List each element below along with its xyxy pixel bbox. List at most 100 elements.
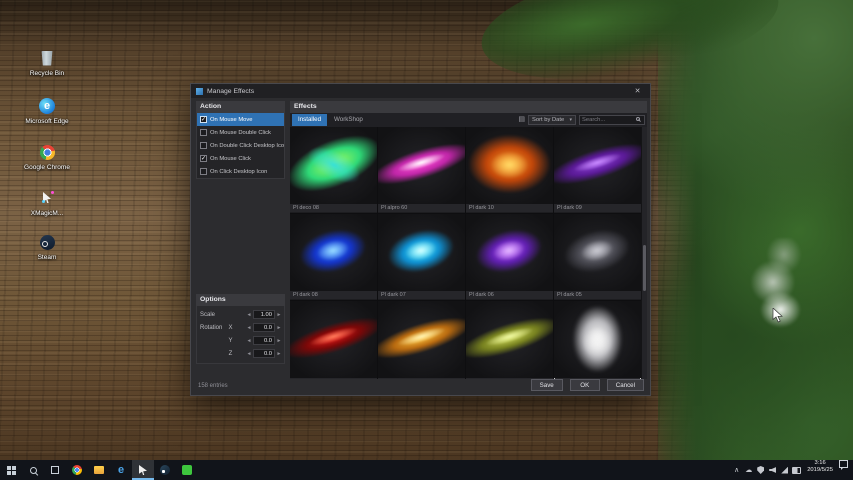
rotation-z-value[interactable]: 0.0 xyxy=(253,349,275,358)
effects-grid: Pl deco 08Pl alpro 60Pl dark 10Pl dark 0… xyxy=(290,127,641,379)
tab-installed[interactable]: Installed xyxy=(292,114,327,126)
tab-workshop[interactable]: WorkShop xyxy=(328,114,369,126)
desktop-icon-recycle-bin[interactable]: Recycle Bin xyxy=(18,48,76,77)
effect-item-unlabeled-10[interactable] xyxy=(378,301,465,379)
scale-increment-button[interactable]: ► xyxy=(276,312,282,318)
effect-label: Pl deco 08 xyxy=(290,204,377,212)
effect-item-pl-alpro-60[interactable]: Pl alpro 60 xyxy=(378,127,465,213)
effect-item-pl-deco-08[interactable]: Pl deco 08 xyxy=(290,127,377,213)
taskbar-app-edge[interactable]: e xyxy=(110,460,132,480)
taskbar-app-steam[interactable] xyxy=(154,460,176,480)
effects-scrollbar[interactable] xyxy=(642,127,647,379)
desktop-icon-microsoft-edge[interactable]: Microsoft Edge xyxy=(18,96,76,125)
rotation-stepper-y: ◄0.0► xyxy=(246,336,282,345)
start-button[interactable] xyxy=(0,460,22,480)
close-button[interactable]: ✕ xyxy=(630,87,645,95)
rotation-z-decrement-button[interactable]: ◄ xyxy=(246,351,252,357)
volume-icon[interactable] xyxy=(768,465,777,475)
taskbar-search-button[interactable] xyxy=(22,460,44,480)
windows-logo-icon xyxy=(7,466,16,475)
scale-value[interactable]: 1.00 xyxy=(253,310,275,319)
rotation-y-increment-button[interactable]: ► xyxy=(276,338,282,344)
rotation-x-decrement-button[interactable]: ◄ xyxy=(246,325,252,331)
taskbar-app-xmagic[interactable] xyxy=(132,460,154,480)
mouse-cursor xyxy=(772,308,783,323)
effects-tabbar: InstalledWorkShop ▤ Sort by Date ▾ xyxy=(290,113,647,127)
effect-thumbnail xyxy=(378,214,465,291)
effect-item-pl-dark-06[interactable]: Pl dark 06 xyxy=(466,214,553,300)
checkbox-on-mouse-move[interactable]: ✓ xyxy=(200,116,207,123)
taskbar-app-green-app[interactable] xyxy=(176,460,198,480)
taskbar-app-explorer[interactable] xyxy=(88,460,110,480)
cancel-button[interactable]: Cancel xyxy=(607,379,644,391)
entries-count: 158 entries xyxy=(198,383,228,389)
green-app-icon xyxy=(182,465,192,475)
manage-effects-window: Manage Effects ✕ Action ✓On Mouse MoveOn… xyxy=(190,83,651,396)
effects-tabs: InstalledWorkShop xyxy=(292,114,369,126)
rotation-row-z: Z ◄0.0► xyxy=(200,347,282,360)
checkbox-on-mouse-click[interactable]: ✓ xyxy=(200,155,207,162)
task-view-button[interactable] xyxy=(44,460,66,480)
scale-row: Scale ◄ 1.00 ► xyxy=(200,308,282,321)
checkbox-on-click-desktop-icon[interactable] xyxy=(200,168,207,175)
rotation-y-decrement-button[interactable]: ◄ xyxy=(246,338,252,344)
desktop-icon-label: Microsoft Edge xyxy=(25,118,68,125)
effect-label xyxy=(290,378,377,379)
steam-icon xyxy=(160,465,170,475)
chevron-icon[interactable]: ∧ xyxy=(732,465,741,475)
effect-item-pl-dark-10[interactable]: Pl dark 10 xyxy=(466,127,553,213)
action-item-on-mouse-double-click[interactable]: On Mouse Double Click xyxy=(197,126,284,139)
taskbar-apps: e xyxy=(66,460,198,480)
rotation-x-increment-button[interactable]: ► xyxy=(276,325,282,331)
action-item-label: On Click Desktop Icon xyxy=(210,169,267,175)
rotation-row-x: RotationX◄0.0► xyxy=(200,321,282,334)
checkbox-on-double-click-desktop-icon[interactable] xyxy=(200,142,207,149)
desktop-icon-steam[interactable]: Steam xyxy=(18,232,76,261)
chevron-down-icon: ▾ xyxy=(569,117,572,123)
effect-thumbnail xyxy=(554,214,641,291)
sort-dropdown[interactable]: Sort by Date ▾ xyxy=(528,115,576,125)
effect-item-unlabeled-11[interactable] xyxy=(466,301,553,379)
checkbox-on-mouse-double-click[interactable] xyxy=(200,129,207,136)
effect-item-pl-dark-09[interactable]: Pl dark 09 xyxy=(554,127,641,213)
rotation-z-increment-button[interactable]: ► xyxy=(276,351,282,357)
window-titlebar[interactable]: Manage Effects ✕ xyxy=(191,84,650,98)
filter-icon[interactable]: ▤ xyxy=(518,115,525,125)
axis-label-z: Z xyxy=(227,351,234,357)
effect-label: Pl dark 08 xyxy=(290,291,377,299)
explorer-icon xyxy=(94,466,104,474)
rotation-row-y: Y ◄0.0► xyxy=(200,334,282,347)
scale-decrement-button[interactable]: ◄ xyxy=(246,312,252,318)
effect-item-unlabeled-9[interactable] xyxy=(290,301,377,379)
rotation-x-value[interactable]: 0.0 xyxy=(253,323,275,332)
action-item-on-mouse-click[interactable]: ✓On Mouse Click xyxy=(197,152,284,165)
options-panel: Options Scale ◄ 1.00 ► RotationX◄0.0►Y◄0… xyxy=(196,294,285,364)
desktop-icon-xmagic-mouse[interactable]: XMagicM... xyxy=(18,188,76,217)
desktop-icon-label: Google Chrome xyxy=(24,164,70,171)
effect-item-pl-dark-08[interactable]: Pl dark 08 xyxy=(290,214,377,300)
effect-item-pl-dark-07[interactable]: Pl dark 07 xyxy=(378,214,465,300)
search-box[interactable] xyxy=(579,115,645,125)
action-item-on-click-desktop-icon[interactable]: On Click Desktop Icon xyxy=(197,165,284,178)
ok-button[interactable]: OK xyxy=(570,379,600,391)
axis-label-y: Y xyxy=(227,338,234,344)
effect-label: Pl dark 07 xyxy=(378,291,465,299)
battery-icon[interactable] xyxy=(792,465,801,475)
scrollbar-thumb[interactable] xyxy=(643,245,646,291)
taskbar-app-chrome[interactable] xyxy=(66,460,88,480)
shield-icon[interactable] xyxy=(756,465,765,475)
search-input[interactable] xyxy=(582,117,635,123)
desktop-icon-label: Steam xyxy=(38,254,57,261)
action-item-on-mouse-move[interactable]: ✓On Mouse Move xyxy=(197,113,284,126)
save-button[interactable]: Save xyxy=(531,379,563,391)
action-item-on-double-click-desktop-icon[interactable]: On Double Click Desktop Icon xyxy=(197,139,284,152)
effect-item-pl-dark-05[interactable]: Pl dark 05 xyxy=(554,214,641,300)
action-center-icon[interactable] xyxy=(839,460,848,468)
network-icon[interactable] xyxy=(780,465,789,475)
rotation-y-value[interactable]: 0.0 xyxy=(253,336,275,345)
sort-dropdown-label: Sort by Date xyxy=(532,117,564,123)
effect-item-unlabeled-12[interactable] xyxy=(554,301,641,379)
taskbar-clock[interactable]: 3:16 2019/5/25 xyxy=(803,460,837,480)
desktop-icon-google-chrome[interactable]: Google Chrome xyxy=(18,142,76,171)
cloud-icon[interactable]: ☁ xyxy=(744,465,753,475)
